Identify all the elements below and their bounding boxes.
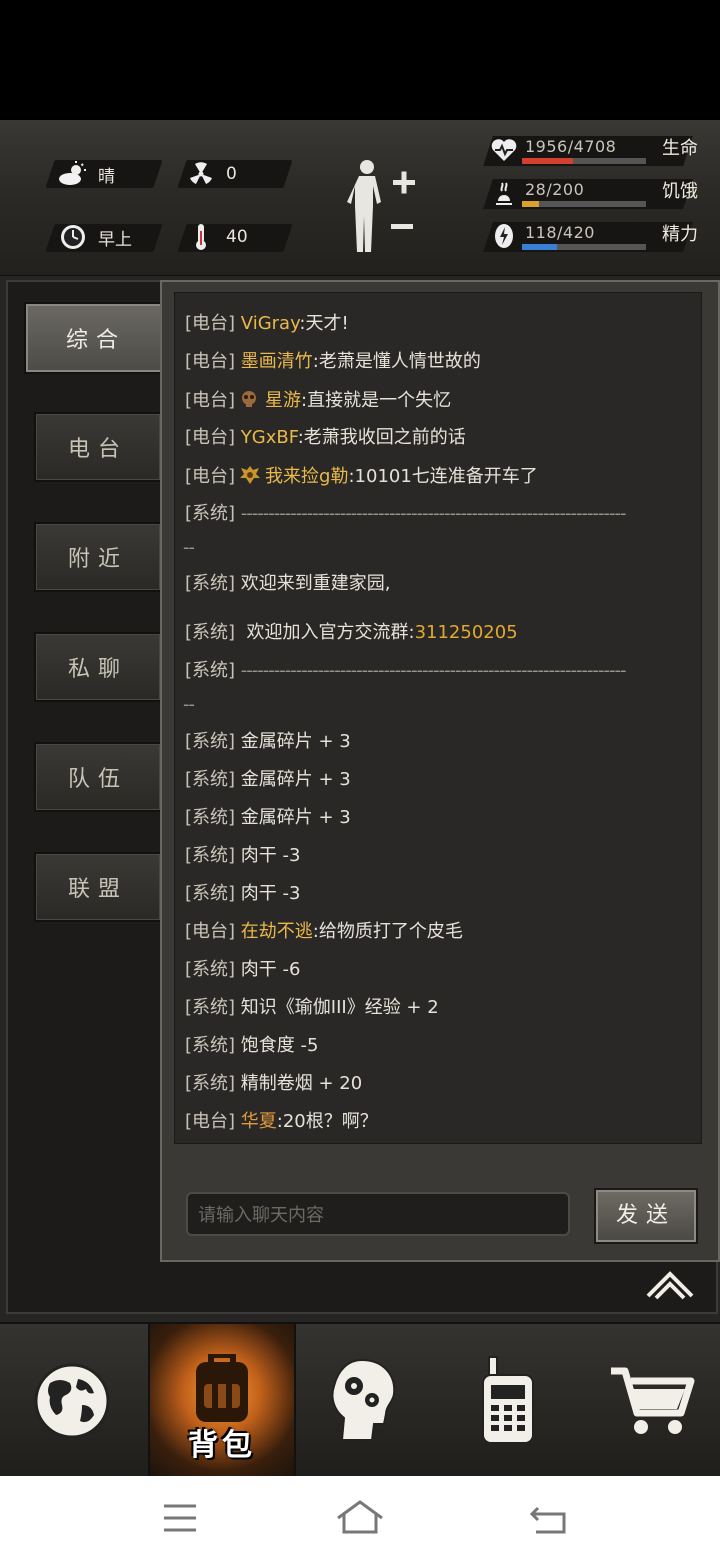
home-button[interactable] xyxy=(330,1498,390,1538)
body-status-button[interactable] xyxy=(345,158,425,258)
chevron-up-icon xyxy=(646,1271,694,1300)
chat-message: [电台] YGxBF:老萧我收回之前的话 xyxy=(185,427,466,448)
energy-label: 精力 xyxy=(662,224,698,245)
bottom-nav: 背包 xyxy=(0,1322,720,1478)
tab-nearby[interactable]: 附近 xyxy=(34,522,162,592)
health-value: 1956/4708 xyxy=(525,137,617,156)
chat-message: [系统] 欢迎加入官方交流群:311250205 xyxy=(185,622,518,643)
sender-name[interactable]: YGxBF xyxy=(241,427,298,448)
hunger-value: 28/200 xyxy=(525,180,585,199)
tab-general[interactable]: 综合 xyxy=(24,302,168,374)
hunger-bar xyxy=(522,201,646,207)
energy-icon xyxy=(490,222,518,250)
send-button[interactable]: 发送 xyxy=(594,1188,698,1244)
nav-shop[interactable] xyxy=(580,1324,720,1478)
chat-panel: [电台] ViGray:天才! [电台] 墨画清竹:老萧是懂人情世故的 [电台]… xyxy=(160,280,720,1262)
nav-world-map[interactable] xyxy=(0,1324,144,1478)
skull-badge-icon xyxy=(239,389,259,409)
sender-name[interactable]: 墨画清竹 xyxy=(241,351,313,372)
hunger-icon xyxy=(490,179,518,207)
energy-bar xyxy=(522,244,646,250)
health-label: 生命 xyxy=(662,138,698,159)
tab-private[interactable]: 私聊 xyxy=(34,632,162,702)
chat-message: [电台] 我来捡g勒:10101七连准备开车了 xyxy=(185,465,538,487)
heart-icon xyxy=(490,136,518,164)
back-button[interactable] xyxy=(520,1498,580,1538)
collapse-chat-button[interactable] xyxy=(640,1266,700,1302)
chat-message: [电台] 华夏:20根？啊？ xyxy=(185,1111,378,1132)
stat-hunger: 28/200 饥饿 xyxy=(480,177,710,211)
nav-radio[interactable] xyxy=(436,1324,580,1478)
sender-name[interactable]: 华夏 xyxy=(241,1111,277,1132)
crest-badge-icon xyxy=(239,465,261,485)
home-icon xyxy=(337,1500,383,1534)
back-icon xyxy=(529,1506,566,1534)
status-hud: 晴 0 早上 40 1956/4708 生命 28/200 饥饿 118/420… xyxy=(0,120,720,277)
group-number[interactable]: 311250205 xyxy=(415,622,518,643)
menu-button[interactable] xyxy=(150,1498,210,1538)
chat-message: [系统] -----------------------------------… xyxy=(185,503,626,524)
thermometer-icon xyxy=(186,222,216,252)
weather-label: 晴 xyxy=(98,166,115,187)
chat-input[interactable]: 请输入聊天内容 xyxy=(186,1192,570,1236)
nav-skills[interactable] xyxy=(292,1324,436,1478)
chat-log[interactable]: [电台] ViGray:天才! [电台] 墨画清竹:老萧是懂人情世故的 [电台]… xyxy=(174,292,702,1144)
sender-name[interactable]: 在劫不逃 xyxy=(241,921,313,942)
clock-icon xyxy=(58,222,88,252)
chat-message: [系统] 知识《瑜伽III》经验 + 2 xyxy=(185,997,439,1018)
chat-message: [系统] 欢迎来到重建家园, xyxy=(185,573,391,594)
chat-message: [系统] 金属碎片 + 3 xyxy=(185,731,351,752)
chat-message: [电台] ViGray:天才! xyxy=(185,313,349,334)
system-nav-bar xyxy=(0,1476,720,1560)
chat-message: [系统] -----------------------------------… xyxy=(185,660,626,681)
stat-energy: 118/420 精力 xyxy=(480,220,710,254)
head-gears-icon xyxy=(331,1358,396,1441)
chat-message: [系统] 精制卷烟 + 20 xyxy=(185,1073,363,1094)
chat-message: [电台] 星游:直接就是一个失忆 xyxy=(185,389,452,411)
divider: -- xyxy=(183,694,195,715)
radiation-icon xyxy=(186,159,216,189)
chat-message: [系统] 肉干 -3 xyxy=(185,845,301,866)
chat-message: [系统] 饱食度 -5 xyxy=(185,1035,319,1056)
radiation-value: 0 xyxy=(226,164,237,184)
hunger-label: 饥饿 xyxy=(662,181,698,202)
globe-icon xyxy=(34,1363,110,1439)
nav-backpack[interactable]: 背包 xyxy=(148,1324,296,1478)
tab-team[interactable]: 队伍 xyxy=(34,742,162,812)
chat-message: [系统] 金属碎片 + 3 xyxy=(185,769,351,790)
shopping-cart-icon xyxy=(611,1367,695,1434)
sender-name[interactable]: ViGray xyxy=(241,313,300,334)
sun-cloud-icon xyxy=(58,159,88,189)
chat-message: [电台] 墨画清竹:老萧是懂人情世故的 xyxy=(185,351,481,372)
stat-health: 1956/4708 生命 xyxy=(480,134,710,168)
temperature-value: 40 xyxy=(226,227,248,247)
walkie-talkie-icon xyxy=(482,1356,534,1444)
sender-name[interactable]: 星游 xyxy=(265,390,301,411)
tab-radio[interactable]: 电台 xyxy=(34,412,162,482)
chat-message: [系统] 肉干 -3 xyxy=(185,883,301,904)
chat-message: [电台] 在劫不逃:给物质打了个皮毛 xyxy=(185,921,463,942)
chat-message: [系统] 肉干 -6 xyxy=(185,959,301,980)
menu-icon xyxy=(164,1504,196,1532)
nav-backpack-label: 背包 xyxy=(188,1428,256,1463)
energy-value: 118/420 xyxy=(525,223,595,242)
sender-name[interactable]: 我来捡g勒 xyxy=(265,466,348,487)
divider: -- xyxy=(183,537,195,558)
time-label: 早上 xyxy=(98,229,132,250)
body-figure-icon xyxy=(347,160,415,252)
health-bar xyxy=(522,158,646,164)
tab-alliance[interactable]: 联盟 xyxy=(34,852,162,922)
chat-message: [系统] 金属碎片 + 3 xyxy=(185,807,351,828)
chat-screen: 综合 电台 附近 私聊 队伍 联盟 [电台] ViGray:天才! [电台] 墨… xyxy=(0,276,720,1322)
